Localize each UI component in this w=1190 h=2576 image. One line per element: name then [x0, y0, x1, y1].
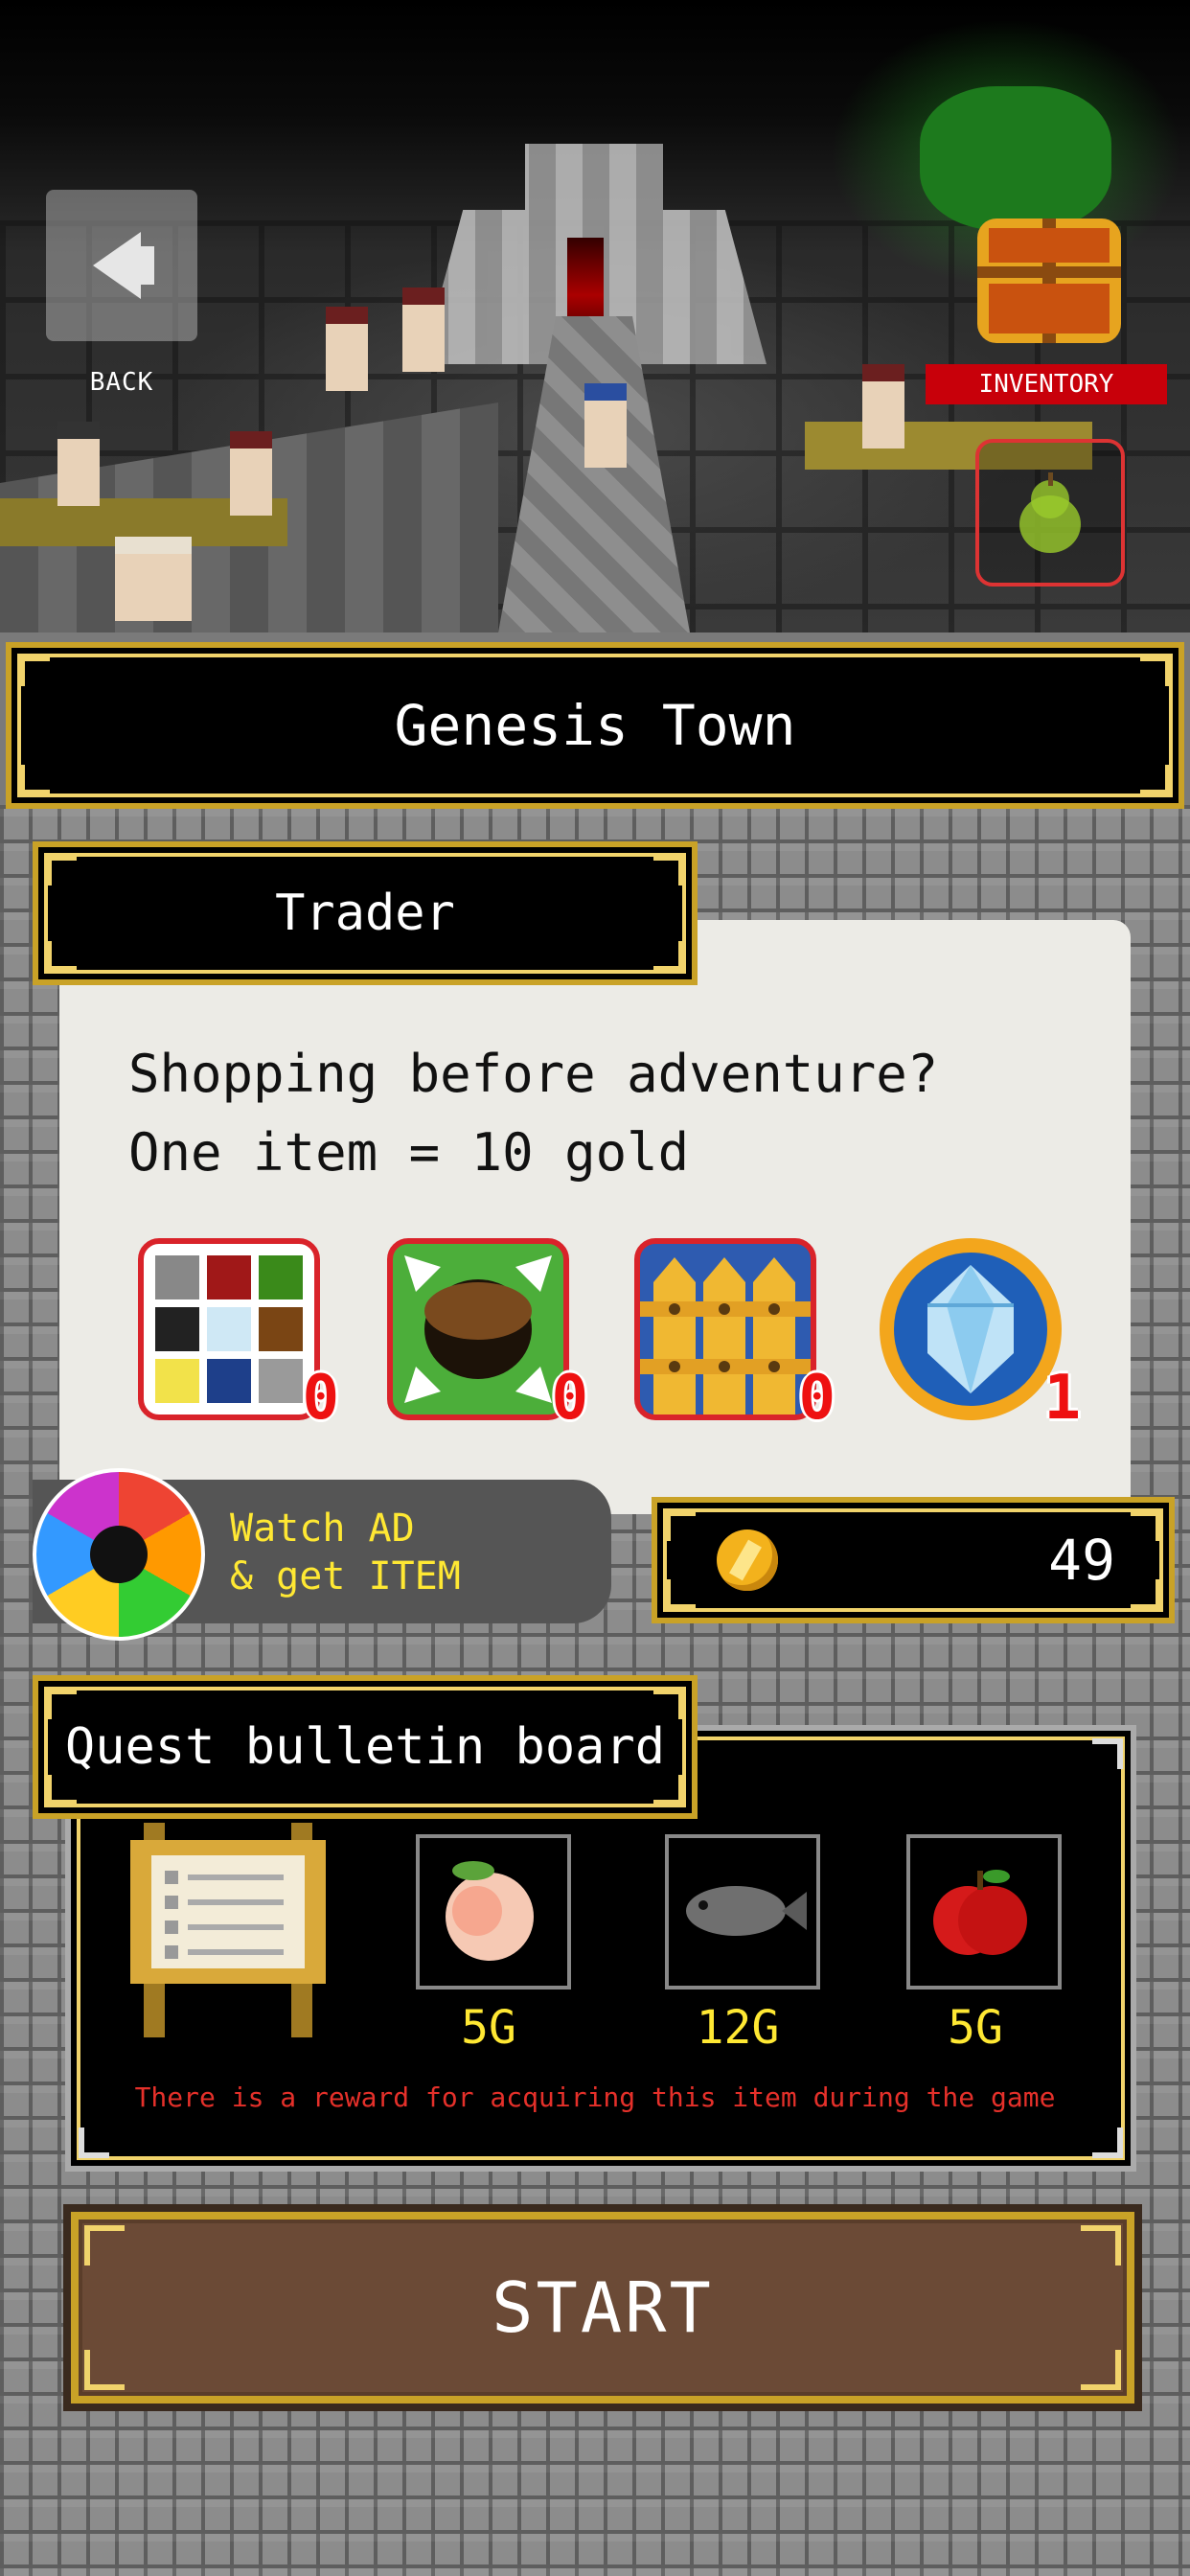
- shop-item-hole[interactable]: 0: [387, 1238, 588, 1434]
- trader-header: Trader: [33, 841, 698, 985]
- fish-icon: [686, 1886, 807, 1936]
- back-button[interactable]: [46, 190, 197, 341]
- bulletin-sign-icon: [130, 1823, 326, 2037]
- quest-price: 5G: [948, 2001, 1003, 2055]
- ad-wheel-icon[interactable]: [33, 1468, 205, 1641]
- shop-item-crystal[interactable]: 1: [880, 1238, 1081, 1434]
- npc-character: [115, 537, 192, 621]
- back-arrow-icon: [93, 232, 154, 299]
- start-button[interactable]: START: [63, 2204, 1142, 2411]
- watch-ad-line1: Watch AD: [230, 1506, 415, 1551]
- trader-title: Trader: [275, 885, 455, 942]
- location-title: Genesis Town: [394, 693, 796, 758]
- quest-price: 12G: [696, 2001, 780, 2055]
- fence-icon: [640, 1257, 811, 1414]
- npc-character: [57, 422, 100, 506]
- watch-ad-label[interactable]: Watch AD & get ITEM: [230, 1505, 461, 1600]
- npc-character: [402, 288, 445, 372]
- chest-icon[interactable]: [968, 199, 1131, 356]
- trader-panel: [59, 920, 1131, 1514]
- player-character: [584, 383, 627, 468]
- quest-item-fish: [665, 1834, 820, 1990]
- pear-icon: [1019, 472, 1081, 553]
- inventory-button[interactable]: INVENTORY: [926, 364, 1167, 404]
- trader-message: Shopping before adventure? One item = 10…: [128, 1035, 938, 1192]
- quest-note: There is a reward for acquiring this ite…: [134, 2082, 1056, 2113]
- item-count: 0: [302, 1363, 339, 1434]
- item-count: 0: [798, 1363, 835, 1434]
- npc-character: [862, 364, 904, 448]
- quest-header: Quest bulletin board: [33, 1675, 698, 1819]
- item-count: 1: [1043, 1363, 1081, 1434]
- back-label: BACK: [89, 368, 154, 397]
- start-label: START: [492, 2267, 714, 2348]
- npc-character: [326, 307, 368, 391]
- shop-item-fence[interactable]: 0: [634, 1238, 835, 1434]
- watch-ad-line2: & get ITEM: [230, 1554, 461, 1598]
- gold-amount: 49: [1048, 1528, 1115, 1593]
- npc-character: [230, 431, 272, 516]
- coin-icon: [717, 1530, 778, 1591]
- crystal-icon: [894, 1253, 1047, 1406]
- trader-message-line2: One item = 10 gold: [128, 1122, 690, 1183]
- quest-item-peach: [416, 1834, 571, 1990]
- quest-title: Quest bulletin board: [64, 1718, 666, 1776]
- quest-price: 5G: [461, 2001, 516, 2055]
- apple-icon: [933, 1870, 1027, 1955]
- shop-item-blocks[interactable]: 0: [138, 1238, 339, 1434]
- gold-display: 49: [652, 1497, 1175, 1623]
- peach-icon: [446, 1861, 534, 1961]
- location-title-bar: Genesis Town: [6, 642, 1184, 809]
- hole-icon: [404, 1255, 552, 1403]
- item-count: 0: [551, 1363, 588, 1434]
- trader-message-line1: Shopping before adventure?: [128, 1044, 939, 1104]
- pear-item-slot[interactable]: [975, 439, 1125, 586]
- blocks-icon: [155, 1255, 303, 1403]
- quest-item-apple: [906, 1834, 1062, 1990]
